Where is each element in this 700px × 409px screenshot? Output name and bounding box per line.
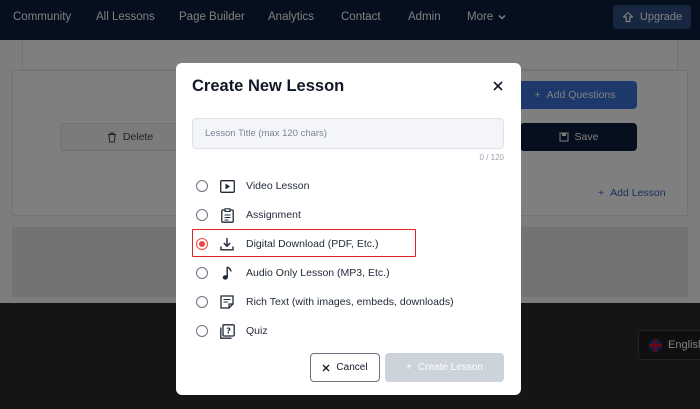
svg-text:?: ? xyxy=(226,326,231,335)
dialog-title: Create New Lesson xyxy=(192,77,345,95)
lesson-type-video[interactable]: Video Lesson xyxy=(196,176,309,196)
lesson-type-audio[interactable]: Audio Only Lesson (MP3, Etc.) xyxy=(196,263,390,283)
lesson-type-quiz[interactable]: ? Quiz xyxy=(196,321,268,341)
lesson-type-label: Rich Text (with images, embeds, download… xyxy=(246,296,454,308)
create-lesson-label: Create Lesson xyxy=(417,362,483,373)
lesson-type-assignment[interactable]: Assignment xyxy=(196,205,301,225)
lesson-type-label: Video Lesson xyxy=(246,180,310,192)
radio-button[interactable] xyxy=(196,267,208,279)
create-lesson-dialog: Create New Lesson 0 / 120 Video Lesson A… xyxy=(176,63,521,395)
cancel-button[interactable]: Cancel xyxy=(310,353,380,382)
create-lesson-button[interactable]: + Create Lesson xyxy=(385,353,504,382)
video-icon xyxy=(219,178,235,194)
radio-button[interactable] xyxy=(196,209,208,221)
lesson-type-label: Assignment xyxy=(246,209,301,221)
quiz-icon: ? xyxy=(219,323,235,339)
character-counter: 0 / 120 xyxy=(479,153,504,162)
lesson-title-input[interactable] xyxy=(192,118,504,149)
plus-icon: + xyxy=(406,362,412,373)
lesson-type-label: Audio Only Lesson (MP3, Etc.) xyxy=(246,267,390,279)
rich-text-icon xyxy=(219,294,235,310)
lesson-type-rich-text[interactable]: Rich Text (with images, embeds, download… xyxy=(196,292,454,312)
clipboard-icon xyxy=(219,207,235,223)
music-note-icon xyxy=(219,265,235,281)
close-icon[interactable] xyxy=(489,77,507,95)
radio-button[interactable] xyxy=(196,325,208,337)
radio-button[interactable] xyxy=(196,180,208,192)
cancel-label: Cancel xyxy=(336,362,368,373)
lesson-type-label: Quiz xyxy=(246,325,268,337)
close-icon xyxy=(322,364,330,371)
selection-highlight xyxy=(192,229,416,257)
radio-button[interactable] xyxy=(196,296,208,308)
